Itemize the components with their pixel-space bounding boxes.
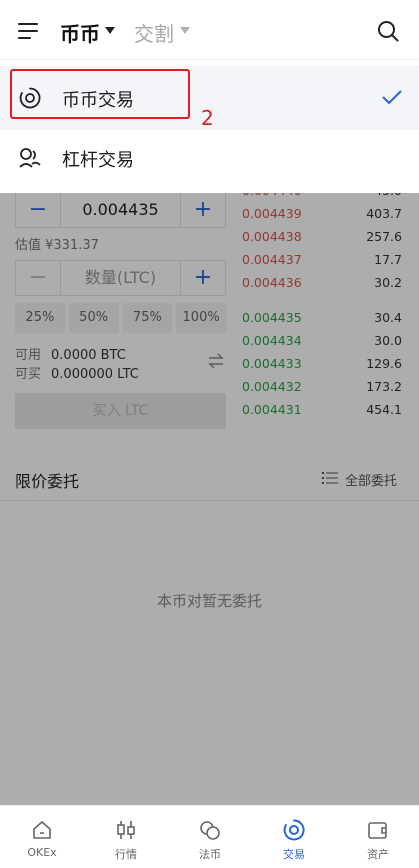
checkmark-icon bbox=[382, 90, 402, 105]
coins-icon bbox=[200, 821, 220, 840]
annotation-step-number: 2 bbox=[201, 106, 214, 130]
tab-futures[interactable]: 交割 bbox=[134, 18, 174, 47]
wallet-icon bbox=[368, 822, 387, 839]
nav-item-trade[interactable]: 交易 bbox=[252, 806, 336, 868]
dimmed-overlay[interactable] bbox=[0, 193, 419, 805]
nav-label: 交易 bbox=[283, 848, 305, 861]
candlestick-icon bbox=[117, 821, 135, 839]
nav-label: 资产 bbox=[367, 848, 389, 861]
dropdown-item-margin-trading[interactable]: 杠杆交易 bbox=[0, 126, 419, 190]
nav-item-assets[interactable]: 资产 bbox=[336, 806, 419, 868]
nav-label: 行情 bbox=[115, 848, 137, 861]
nav-label: OKEx bbox=[27, 846, 57, 859]
bottom-navigation: OKEx 行情 法币 交易 资产 bbox=[0, 805, 419, 867]
caret-down-icon[interactable] bbox=[105, 27, 115, 34]
nav-item-okex[interactable]: OKEx bbox=[0, 806, 84, 868]
margin-trade-icon bbox=[19, 148, 41, 168]
home-icon bbox=[33, 821, 51, 839]
annotation-highlight-box bbox=[10, 69, 190, 119]
search-icon[interactable] bbox=[377, 20, 399, 42]
top-bar: 币币 交割 bbox=[0, 0, 419, 60]
trade-icon bbox=[283, 819, 305, 841]
nav-item-market[interactable]: 行情 bbox=[84, 806, 168, 868]
caret-down-icon[interactable] bbox=[180, 27, 190, 34]
tab-spot[interactable]: 币币 bbox=[60, 18, 100, 47]
menu-icon[interactable] bbox=[18, 23, 38, 39]
nav-label: 法币 bbox=[199, 848, 221, 861]
nav-item-fiat[interactable]: 法币 bbox=[168, 806, 252, 868]
dropdown-item-label: 杠杆交易 bbox=[62, 150, 134, 171]
